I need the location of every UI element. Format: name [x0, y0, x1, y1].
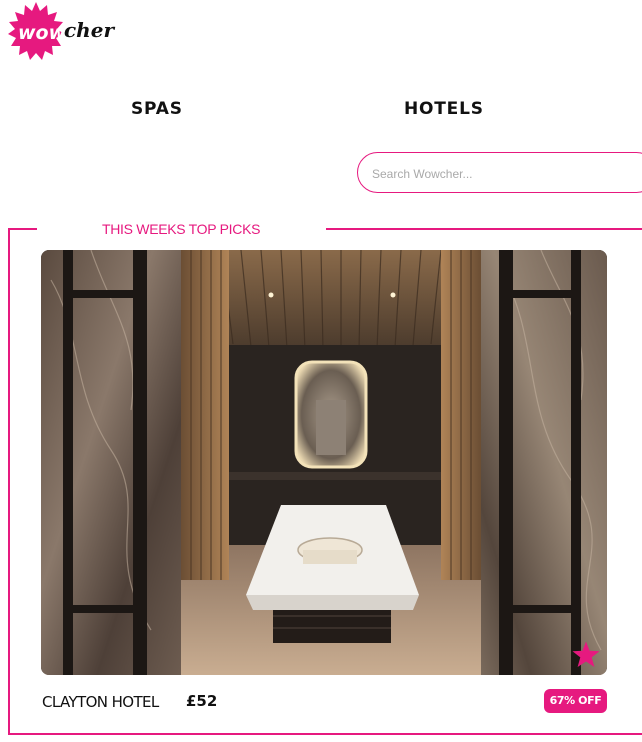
logo-cher-text: cher	[64, 18, 115, 42]
deal-image[interactable]	[41, 250, 607, 675]
spa-room-photo	[41, 250, 607, 675]
search-bar	[357, 152, 642, 193]
search-input[interactable]	[370, 162, 634, 186]
picks-frame-top-border	[8, 228, 37, 230]
nav-spas-link[interactable]: SPAS	[131, 99, 183, 119]
starburst-logo-icon: wow cher	[8, 2, 115, 60]
logo-wow-text: wow	[18, 22, 67, 44]
picks-frame-left-border	[8, 228, 10, 735]
nav-hotels-link[interactable]: HOTELS	[404, 99, 484, 119]
picks-frame-bottom-border	[8, 733, 642, 735]
deal-name[interactable]: CLAYTON HOTEL	[42, 693, 159, 711]
wowcher-logo[interactable]: wow cher	[6, 2, 116, 62]
deal-price: £52	[186, 692, 218, 710]
star-icon	[572, 641, 600, 667]
picks-section-title: THIS WEEKS TOP PICKS	[102, 221, 261, 237]
discount-badge: 67% OFF	[544, 689, 607, 713]
picks-frame-top-border	[326, 228, 642, 230]
favorite-button[interactable]	[571, 640, 601, 670]
